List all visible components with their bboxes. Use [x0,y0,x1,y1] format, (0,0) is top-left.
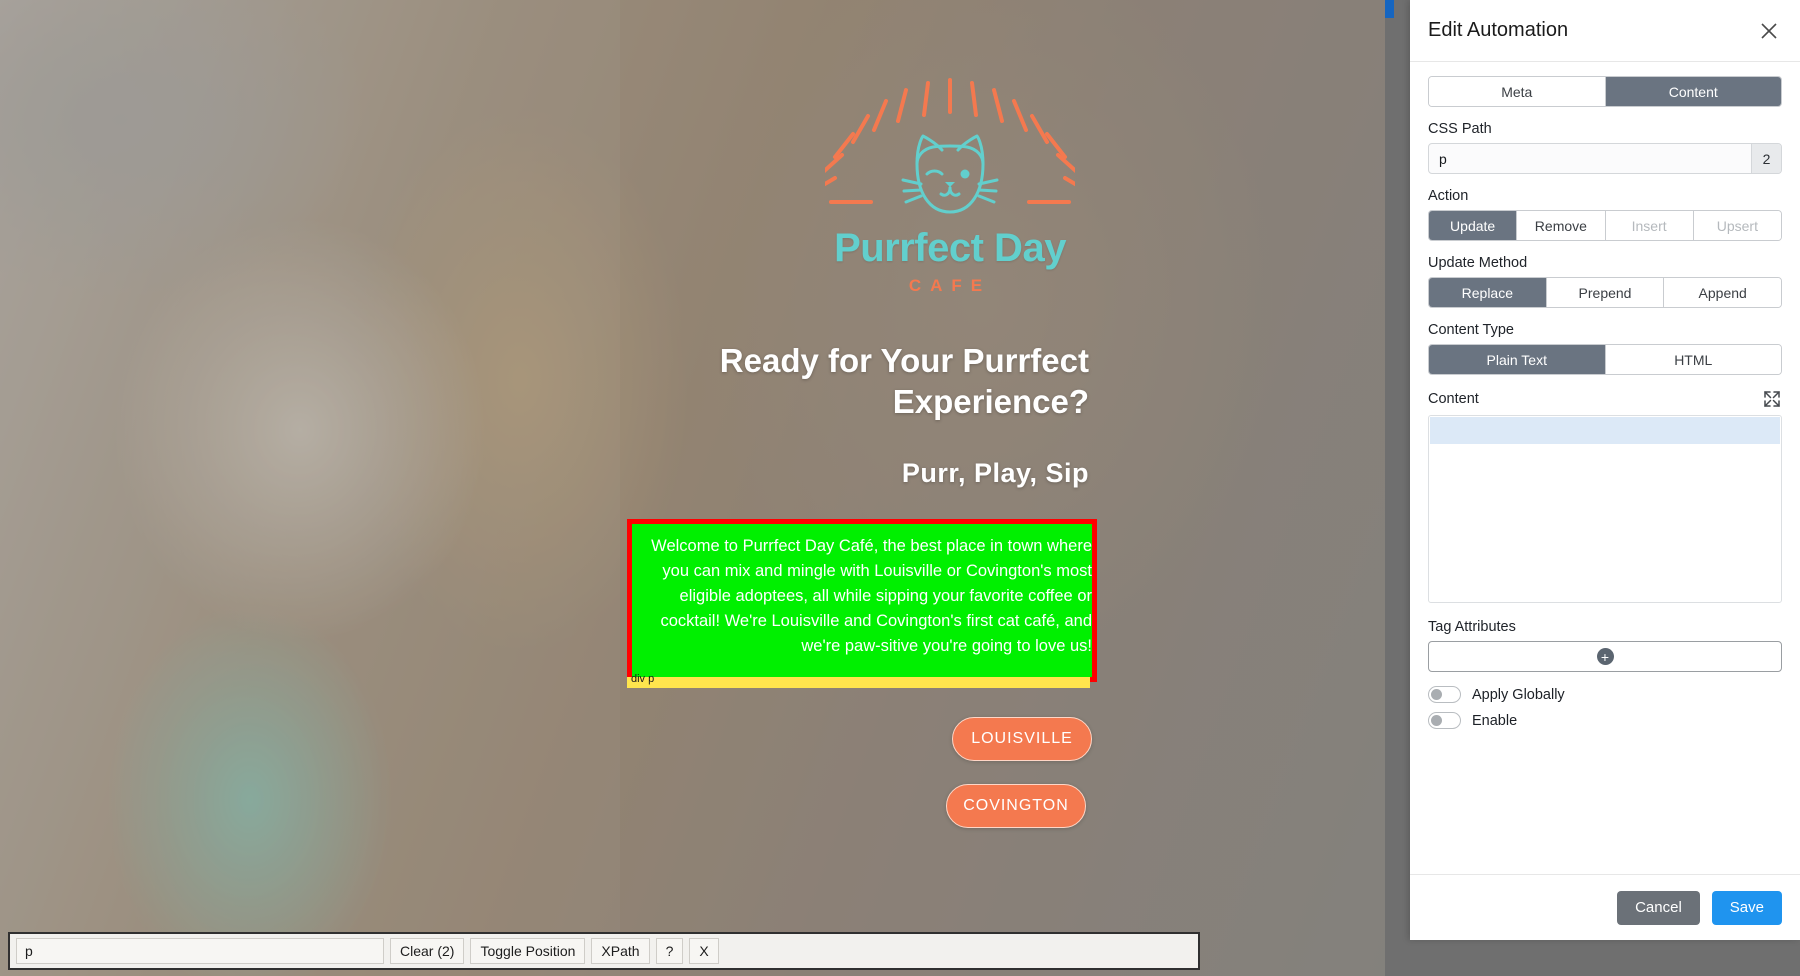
hero-tagline: Purr, Play, Sip [901,458,1089,488]
cta-covington-button[interactable]: COVINGTON [946,784,1086,828]
clear-button[interactable]: Clear (2) [390,938,465,964]
update-method-option-prepend[interactable]: Prepend [1546,278,1665,307]
cancel-button[interactable]: Cancel [1617,890,1700,925]
close-toolbar-button[interactable]: X [689,938,719,964]
expand-glyph [1764,391,1780,407]
css-path-match-count: 2 [1751,144,1781,173]
content-editor[interactable] [1428,415,1782,603]
apply-globally-label: Apply Globally [1472,686,1565,703]
content-type-option-html[interactable]: HTML [1605,345,1781,374]
content-active-line-highlight [1430,417,1780,444]
selection-label-bar [627,677,1090,688]
toggle-knob [1431,689,1442,700]
close-icon[interactable] [1756,18,1782,44]
help-button[interactable]: ? [655,938,684,964]
cat-face-icon [901,134,999,214]
panel-header: Edit Automation [1410,0,1800,62]
panel-footer: Cancel Save [1410,874,1800,940]
update-method-option-append[interactable]: Append [1664,278,1781,307]
logo-subtitle: CAFE [908,276,992,295]
toggle-position-button[interactable]: Toggle Position [470,938,586,964]
css-path-input[interactable] [1429,144,1751,173]
update-method-option-replace[interactable]: Replace [1429,278,1547,307]
update-method-segmented-control: Replace Prepend Append [1428,277,1782,308]
content-type-option-plain-text[interactable]: Plain Text [1429,345,1606,374]
webpage-viewport: Purrfect Day CAFE Ready for Your Purrfec… [0,0,1385,976]
enable-row: Enable [1428,712,1782,729]
panel-body: Meta Content CSS Path 2 Action Update Re… [1410,62,1800,874]
panel-rail [1385,0,1410,976]
css-path-field: 2 [1428,143,1782,174]
content-type-label: Content Type [1428,322,1514,338]
edit-automation-panel: Edit Automation Meta Content CSS Path 2 [1410,0,1800,940]
update-method-label: Update Method [1428,255,1528,271]
panel-tabs: Meta Content [1428,76,1782,107]
content-label: Content [1428,391,1479,407]
css-path-label: CSS Path [1428,121,1492,137]
toggle-knob [1431,715,1442,726]
apply-globally-row: Apply Globally [1428,686,1782,703]
logo-wordmark: Purrfect Day [834,226,1066,270]
site-logo[interactable]: Purrfect Day CAFE [825,78,1075,308]
plus-icon: + [1596,648,1614,665]
enable-toggle[interactable] [1428,712,1461,729]
tab-meta[interactable]: Meta [1429,77,1606,106]
action-label: Action [1428,188,1469,204]
expand-icon[interactable] [1762,389,1782,409]
tab-content[interactable]: Content [1605,77,1781,106]
enable-label: Enable [1472,712,1518,729]
apply-globally-toggle[interactable] [1428,686,1461,703]
add-tag-attribute-button[interactable]: + [1428,641,1782,672]
cta-louisville-button[interactable]: LOUISVILLE [952,717,1092,761]
panel-title: Edit Automation [1428,19,1569,41]
selected-element-highlight[interactable]: Welcome to Purrfect Day Café, the best p… [627,519,1097,682]
selected-paragraph-text: Welcome to Purrfect Day Café, the best p… [651,537,1092,655]
action-option-upsert: Upsert [1693,211,1781,240]
rail-accent-marker [1385,0,1394,18]
content-header: Content [1428,389,1782,409]
selector-toolbar: Clear (2) Toggle Position XPath ? X [8,932,1200,970]
hero-heading: Ready for Your Purrfect Experience? [719,342,1089,421]
xpath-button[interactable]: XPath [591,938,650,964]
save-button[interactable]: Save [1711,890,1782,925]
selection-path-label: div p [631,673,655,685]
selector-input[interactable] [16,938,384,964]
action-segmented-control: Update Remove Insert Upsert [1428,210,1782,241]
screen: Purrfect Day CAFE Ready for Your Purrfec… [0,0,1800,976]
action-option-update[interactable]: Update [1429,211,1518,240]
content-type-segmented-control: Plain Text HTML [1428,344,1782,375]
tag-attributes-label: Tag Attributes [1428,619,1516,635]
action-option-insert: Insert [1605,211,1694,240]
action-option-remove[interactable]: Remove [1517,211,1606,240]
close-glyph [1761,22,1777,39]
